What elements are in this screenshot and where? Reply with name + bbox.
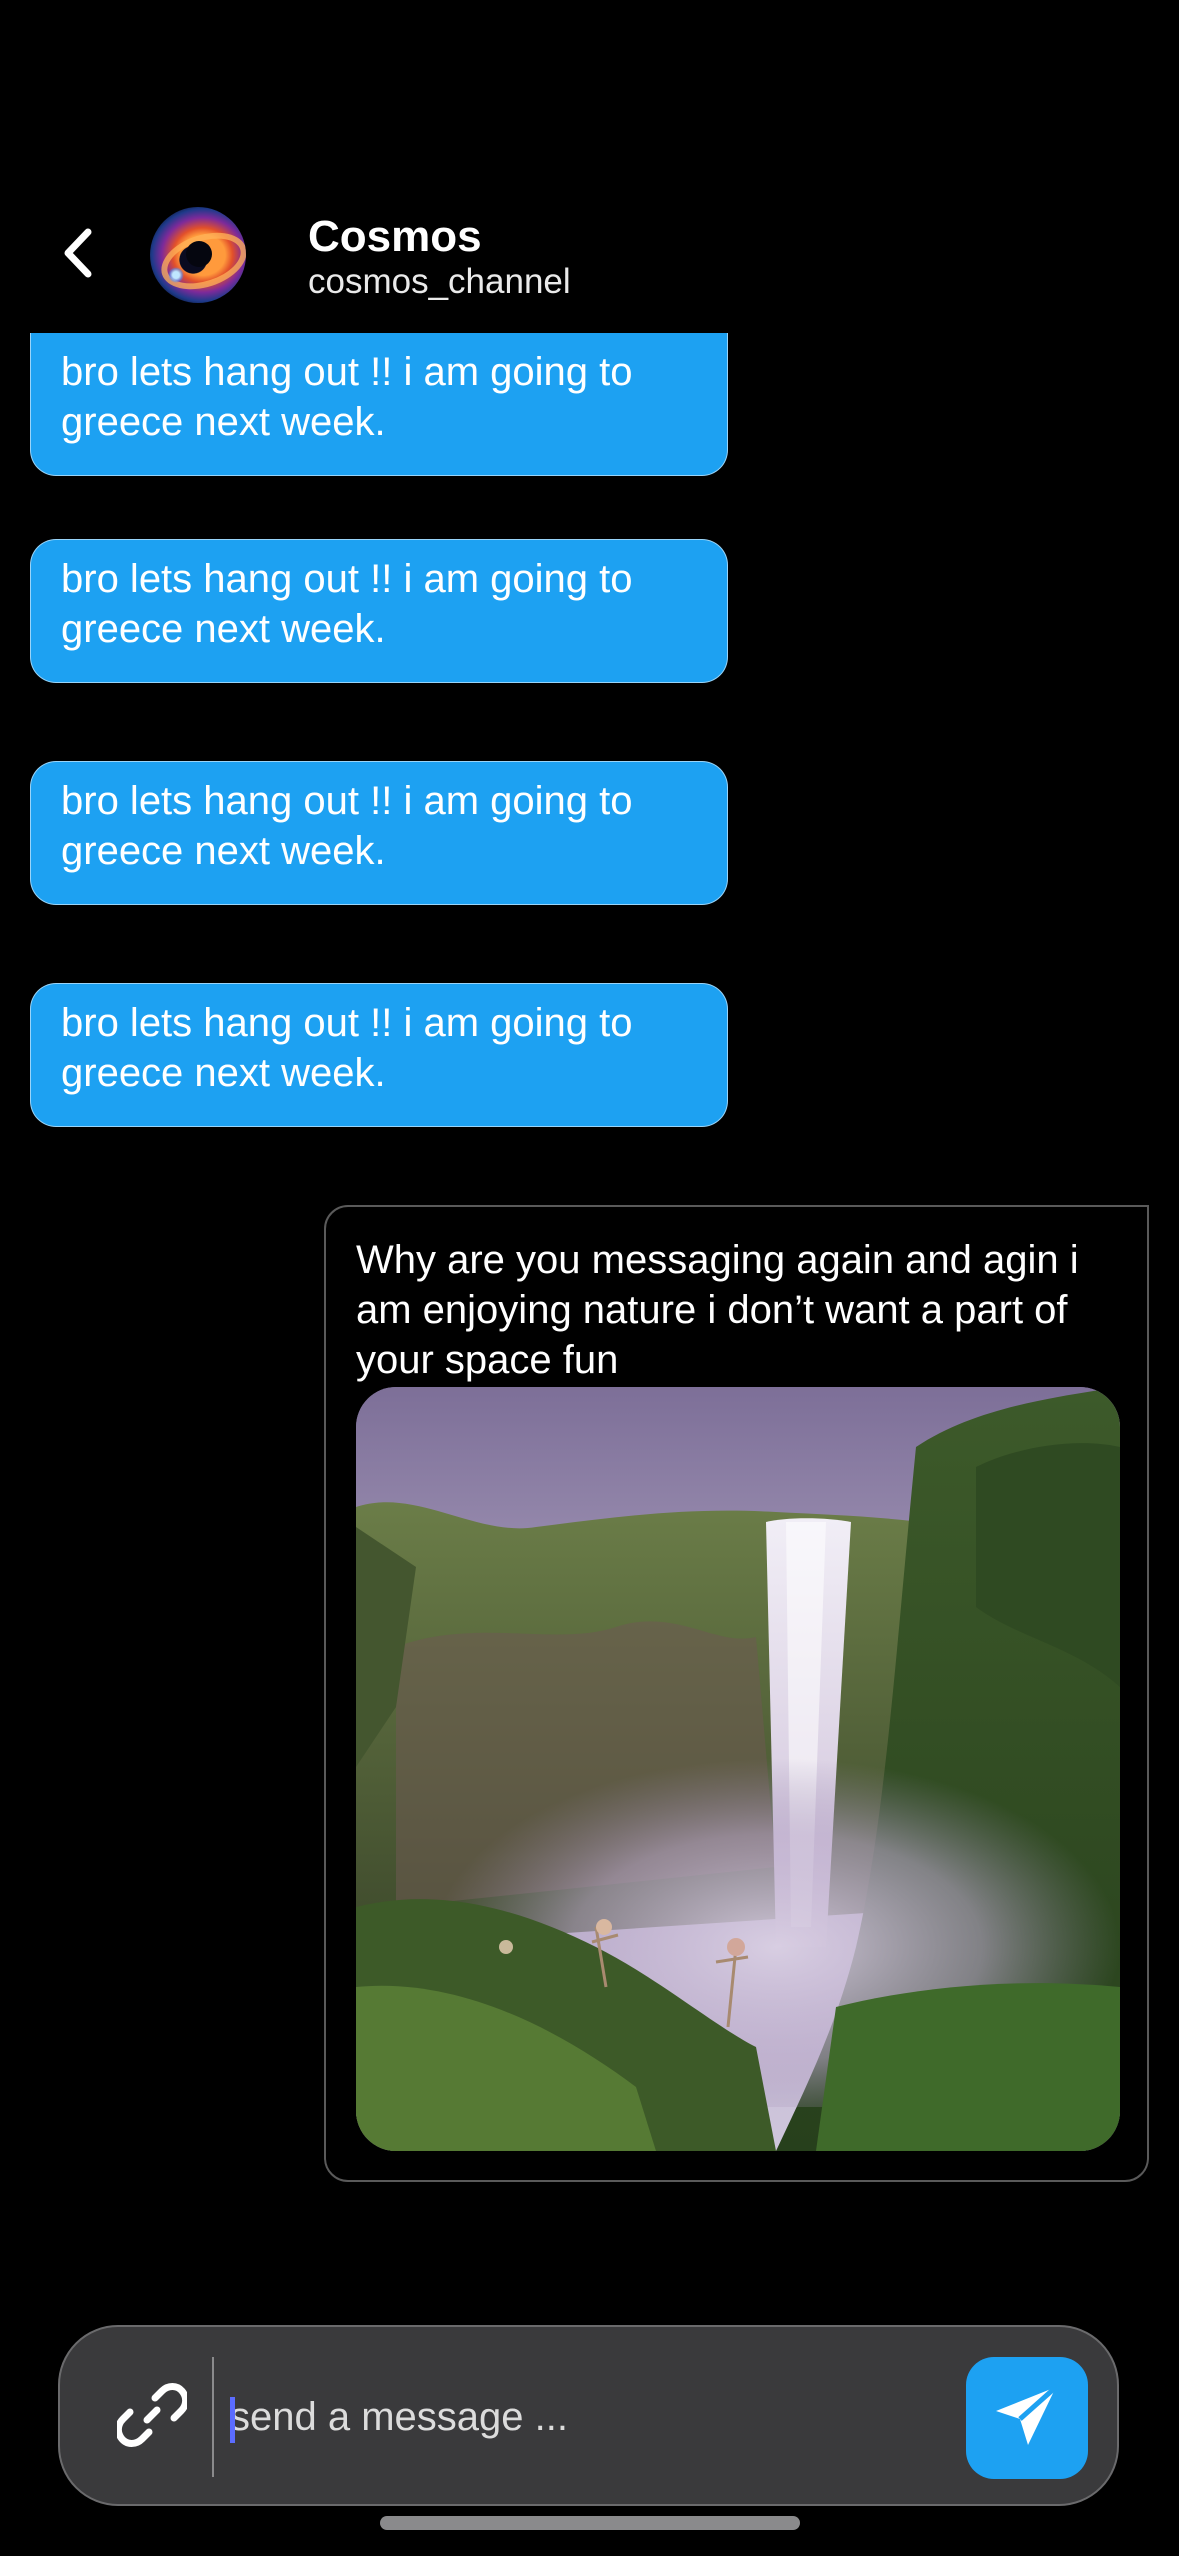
- back-button[interactable]: [48, 225, 108, 285]
- text-caret: [230, 2397, 235, 2443]
- outgoing-message: Why are you messaging again and agin i a…: [324, 1205, 1149, 2182]
- contact-name: Cosmos: [308, 212, 482, 261]
- message-text: Why are you messaging again and agin i a…: [356, 1238, 1079, 1382]
- incoming-message: bro lets hang out !! i am going to greec…: [30, 333, 728, 476]
- contact-handle: cosmos_channel: [308, 262, 571, 301]
- message-text: bro lets hang out !! i am going to greec…: [61, 557, 633, 651]
- divider: [212, 2357, 214, 2477]
- message-text: bro lets hang out !! i am going to greec…: [61, 350, 633, 444]
- incoming-message: bro lets hang out !! i am going to greec…: [30, 983, 728, 1127]
- attach-button[interactable]: [112, 2377, 192, 2457]
- avatar[interactable]: [150, 207, 246, 303]
- chat-header: Cosmos cosmos_channel: [0, 195, 1179, 320]
- chevron-left-icon: [58, 226, 98, 285]
- message-composer: [58, 2325, 1119, 2506]
- message-text: bro lets hang out !! i am going to greec…: [61, 779, 633, 873]
- send-button[interactable]: [966, 2357, 1088, 2479]
- home-indicator[interactable]: [380, 2516, 800, 2530]
- waterfall-photo[interactable]: [356, 1387, 1120, 2151]
- message-text: bro lets hang out !! i am going to greec…: [61, 1001, 633, 1095]
- incoming-message: bro lets hang out !! i am going to greec…: [30, 539, 728, 683]
- paper-plane-icon: [992, 2381, 1062, 2456]
- incoming-message: bro lets hang out !! i am going to greec…: [30, 761, 728, 905]
- message-input[interactable]: [230, 2385, 990, 2449]
- link-icon: [114, 2380, 190, 2455]
